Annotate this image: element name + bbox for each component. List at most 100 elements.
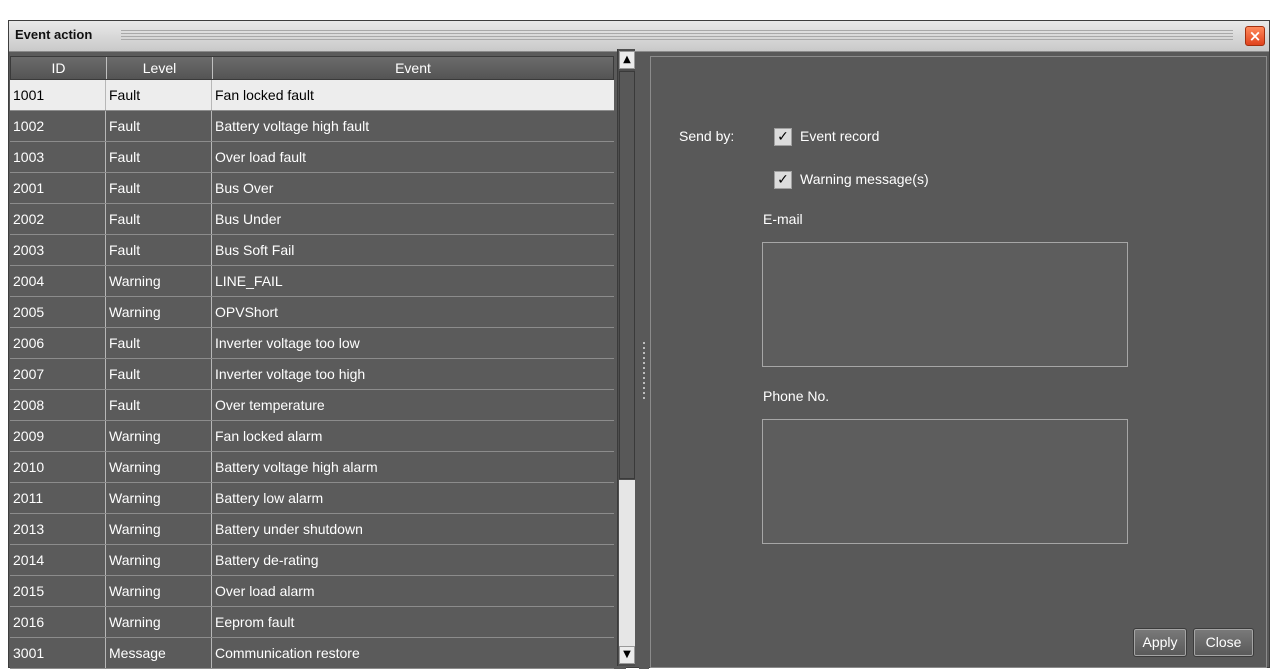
cell-event: Inverter voltage too low [215,335,360,351]
cell-event: Battery low alarm [215,490,324,506]
pane-splitter[interactable] [639,52,649,669]
scroll-down-button[interactable]: ▼ [619,646,635,664]
cell-level: Warning [106,607,212,637]
notification-settings-panel: Send by: ✓ Event record ✓ Warning messag… [650,56,1267,668]
cell-event: Bus Under [215,211,282,227]
check-icon: ✓ [777,172,789,188]
cell-event: Bus Soft Fail [215,242,295,258]
cell-event: LINE_FAIL [215,273,283,289]
table-row[interactable]: 2003 Fault Bus Soft Fail [10,235,614,266]
cell-id: 2006 [10,328,106,358]
column-header-id[interactable]: ID [11,57,107,79]
cell-id: 2002 [10,204,106,234]
email-field[interactable] [762,242,1128,367]
table-row[interactable]: 2005 Warning OPVShort [10,297,614,328]
cell-level: Fault [106,142,212,172]
cell-event: Over temperature [215,397,325,413]
cell-event: Battery voltage high alarm [215,459,378,475]
title-bar[interactable]: Event action × [9,21,1269,52]
cell-id: 2015 [10,576,106,606]
cell-id: 2016 [10,607,106,637]
cell-id: 2010 [10,452,106,482]
cell-event: Over load alarm [215,583,315,599]
cell-id: 2003 [10,235,106,265]
cell-level: Fault [106,359,212,389]
warning-messages-checkbox[interactable]: ✓ [774,171,792,189]
scroll-down-icon: ▼ [623,649,631,660]
table-row[interactable]: 3001 Message Communication restore [10,638,614,669]
cell-id: 2005 [10,297,106,327]
cell-level: Fault [106,173,212,203]
cell-id: 1002 [10,111,106,141]
table-row[interactable]: 2002 Fault Bus Under [10,204,614,235]
scroll-up-icon: ▲ [623,54,631,65]
scroll-up-button[interactable]: ▲ [619,51,635,69]
cell-id: 2004 [10,266,106,296]
cell-level: Warning [106,421,212,451]
cell-level: Warning [106,483,212,513]
table-row[interactable]: 1003 Fault Over load fault [10,142,614,173]
table-row[interactable]: 2014 Warning Battery de-rating [10,545,614,576]
send-by-label: Send by: [679,128,735,144]
cell-level: Warning [106,514,212,544]
table-row[interactable]: 2015 Warning Over load alarm [10,576,614,607]
cell-event: Over load fault [215,149,307,165]
cell-event: Battery de-rating [215,552,319,568]
table-row[interactable]: 2007 Fault Inverter voltage too high [10,359,614,390]
cell-level: Fault [106,390,212,420]
table-header: ID Level Event [10,56,614,80]
cell-level: Warning [106,297,212,327]
cell-id: 1003 [10,142,106,172]
cell-event: Fan locked fault [215,87,314,103]
cell-id: 2011 [10,483,106,513]
window-close-button[interactable]: × [1245,26,1265,46]
table-row[interactable]: 2004 Warning LINE_FAIL [10,266,614,297]
event-action-window: Event action × ID Level Event 1001 Fault F… [8,20,1270,669]
cell-level: Fault [106,235,212,265]
event-record-checkbox[interactable]: ✓ [774,128,792,146]
table-row[interactable]: 2011 Warning Battery low alarm [10,483,614,514]
cell-event: Communication restore [215,645,360,661]
check-icon: ✓ [777,129,789,145]
cell-event: Fan locked alarm [215,428,323,444]
cell-level: Fault [106,328,212,358]
cell-id: 3001 [10,638,106,668]
cell-id: 2009 [10,421,106,451]
column-header-event[interactable]: Event [213,57,613,79]
window-title: Event action [15,27,93,42]
table-scrollbar[interactable]: ▲ ▼ [617,49,635,666]
cell-level: Warning [106,545,212,575]
cell-event: Bus Over [215,180,274,196]
table-row[interactable]: 2001 Fault Bus Over [10,173,614,204]
warning-messages-label: Warning message(s) [800,171,929,187]
cell-level: Fault [106,204,212,234]
cell-id: 2008 [10,390,106,420]
cell-event: Battery voltage high fault [215,118,370,134]
table-row[interactable]: 1001 Fault Fan locked fault [10,80,614,111]
cell-id: 2014 [10,545,106,575]
cell-event: OPVShort [215,304,279,320]
cell-level: Message [106,638,212,668]
column-header-level[interactable]: Level [107,57,213,79]
table-row[interactable]: 2013 Warning Battery under shutdown [10,514,614,545]
close-button[interactable]: Close [1193,628,1254,657]
cell-level: Warning [106,576,212,606]
cell-id: 2001 [10,173,106,203]
table-row[interactable]: 2008 Fault Over temperature [10,390,614,421]
table-row[interactable]: 2010 Warning Battery voltage high alarm [10,452,614,483]
cell-id: 2013 [10,514,106,544]
cell-level: Warning [106,266,212,296]
scrollbar-track[interactable] [619,480,635,646]
cell-level: Fault [106,80,212,110]
table-row[interactable]: 1002 Fault Battery voltage high fault [10,111,614,142]
table-row[interactable]: 2006 Fault Inverter voltage too low [10,328,614,359]
cell-event: Battery under shutdown [215,521,363,537]
table-row[interactable]: 2016 Warning Eeprom fault [10,607,614,638]
table-row[interactable]: 2009 Warning Fan locked alarm [10,421,614,452]
cell-id: 1001 [10,80,106,110]
cell-event: Inverter voltage too high [215,366,366,382]
apply-button[interactable]: Apply [1133,628,1187,657]
phone-field[interactable] [762,419,1128,544]
cell-level: Warning [106,452,212,482]
scrollbar-thumb[interactable] [619,71,635,479]
